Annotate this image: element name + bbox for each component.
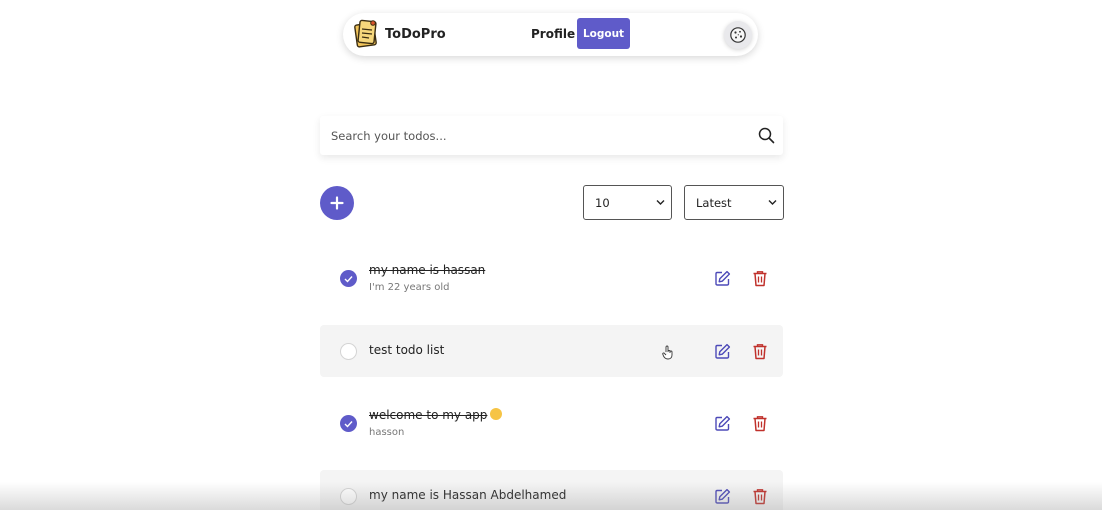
search-icon[interactable] (758, 127, 775, 144)
edit-icon[interactable] (714, 343, 731, 360)
edit-icon[interactable] (714, 270, 731, 287)
todo-checkbox[interactable] (340, 488, 357, 505)
todo-title: my name is hassan (369, 263, 486, 277)
todo-item: welcome to my app hasson (320, 397, 783, 449)
todo-description: I'm 22 years old (369, 282, 450, 293)
cookie-icon (730, 27, 746, 43)
brand-name: ToDoPro (385, 26, 446, 42)
todo-checkbox[interactable] (340, 343, 357, 360)
plus-icon (330, 196, 344, 210)
todo-checkbox[interactable] (340, 270, 357, 287)
search-bar (320, 116, 783, 155)
brand[interactable]: ToDoPro (353, 19, 446, 49)
search-input[interactable] (320, 116, 740, 155)
navbar: ToDoPro Profile Logout (343, 13, 758, 56)
grinning-face-emoji-icon (490, 408, 503, 420)
todo-title-text: welcome to my app (369, 408, 488, 422)
todo-title: test todo list (369, 343, 445, 357)
logout-button[interactable]: Logout (577, 18, 630, 49)
todo-app: ToDoPro Profile Logout 10 (0, 0, 1102, 510)
todo-item: my name is hassan I'm 22 years old (320, 252, 783, 304)
profile-link[interactable]: Profile (531, 27, 575, 41)
todo-item: test todo list (320, 325, 783, 377)
delete-icon[interactable] (752, 270, 768, 287)
hand-cursor-icon (662, 345, 673, 360)
sort-select[interactable]: Latest (684, 185, 784, 220)
todo-title: my name is Hassan Abdelhamed (369, 488, 567, 502)
todo-checkbox[interactable] (340, 415, 357, 432)
delete-icon[interactable] (752, 488, 768, 505)
limit-select-value: 10 (595, 196, 610, 210)
todo-description: hasson (369, 427, 405, 438)
edit-icon[interactable] (714, 415, 731, 432)
todo-title: welcome to my app (369, 408, 503, 422)
todo-item: my name is Hassan Abdelhamed (320, 470, 783, 510)
chevron-down-icon (656, 200, 665, 205)
sticky-note-icon (354, 19, 377, 48)
theme-toggle[interactable] (724, 21, 752, 49)
sort-select-value: Latest (696, 196, 732, 210)
chevron-down-icon (768, 200, 777, 205)
delete-icon[interactable] (752, 343, 768, 360)
add-todo-button[interactable] (320, 186, 354, 220)
edit-icon[interactable] (714, 488, 731, 505)
checkmark-icon (344, 420, 353, 428)
checkmark-icon (344, 275, 353, 283)
limit-select[interactable]: 10 (583, 185, 672, 220)
delete-icon[interactable] (752, 415, 768, 432)
